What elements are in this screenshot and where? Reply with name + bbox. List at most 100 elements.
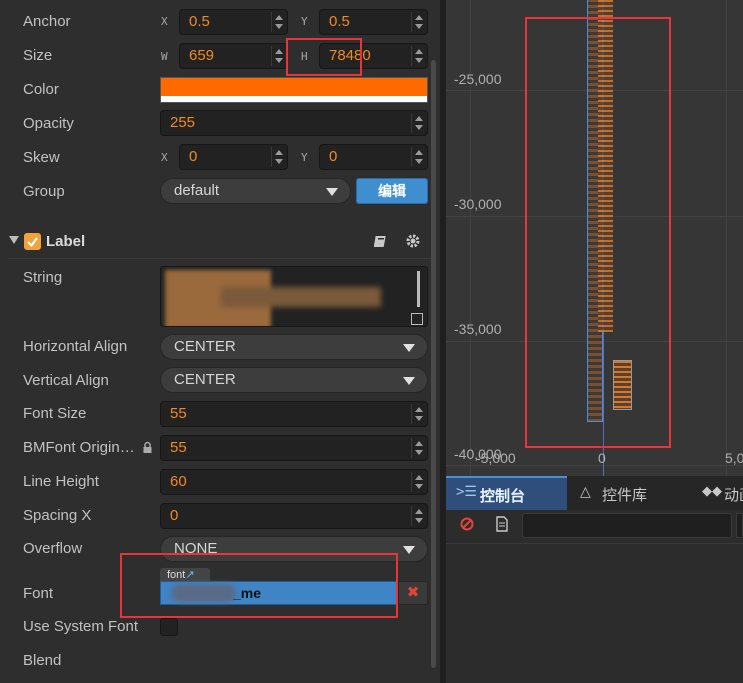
tab-widget-library[interactable]: △ 控件库	[570, 476, 695, 510]
clear-font-icon[interactable]: ✖	[398, 581, 428, 605]
color-swatch[interactable]	[160, 77, 428, 103]
x-tick-label: 5,0	[725, 450, 743, 466]
anchor-x-value: 0.5	[189, 13, 210, 30]
divider	[8, 258, 432, 259]
size-width-value: 659	[189, 47, 215, 64]
blend-label: Blend	[23, 652, 62, 669]
group-label: Group	[23, 183, 65, 200]
log-file-icon[interactable]	[495, 516, 509, 532]
bottom-panel-tabs: >☰ 控制台 △ 控件库 ◆◆ 动画	[446, 476, 743, 510]
spinner-icon[interactable]	[411, 12, 425, 32]
grid-line	[726, 0, 727, 476]
textarea-scrollbar[interactable]	[417, 271, 420, 307]
string-textarea[interactable]	[160, 266, 428, 327]
anchor-x-axis-label: X	[161, 15, 168, 28]
use-system-font-checkbox[interactable]	[160, 618, 178, 636]
font-size-label: Font Size	[23, 405, 87, 422]
x-tick-label: 0	[598, 450, 606, 466]
anchor-y-input[interactable]: 0.5	[319, 9, 428, 35]
anchor-y-axis-label: Y	[301, 15, 308, 28]
spinner-icon[interactable]	[411, 147, 425, 167]
inspector-panel: Anchor X 0.5 Y 0.5 Size W 659 H 78480 Co…	[0, 0, 440, 683]
tab-console[interactable]: >☰ 控制台	[446, 476, 567, 510]
font-size-input[interactable]: 55	[160, 401, 428, 427]
tab-widget-library-label: 控件库	[602, 487, 648, 504]
widget-library-icon: △	[580, 483, 591, 499]
spinner-icon[interactable]	[411, 46, 425, 66]
spacing-x-input[interactable]: 0	[160, 503, 428, 529]
skew-x-value: 0	[189, 148, 198, 165]
bmfont-original-size-value: 55	[170, 439, 187, 456]
help-book-icon[interactable]	[374, 234, 388, 248]
skew-y-axis-label: Y	[301, 151, 308, 164]
overflow-label: Overflow	[23, 540, 83, 557]
line-height-label: Line Height	[23, 473, 99, 490]
inspector-scrollbar[interactable]	[431, 60, 436, 668]
opacity-input[interactable]: 255	[160, 110, 428, 136]
skew-y-input[interactable]: 0	[319, 144, 428, 170]
spinner-icon[interactable]	[411, 506, 425, 526]
spinner-icon[interactable]	[411, 472, 425, 492]
y-tick-label: -35,000	[454, 321, 502, 337]
skew-x-input[interactable]: 0	[179, 144, 288, 170]
spinner-icon[interactable]	[271, 46, 285, 66]
checkmark-icon	[27, 237, 38, 248]
skew-label: Skew	[23, 149, 60, 166]
collapse-arrow-icon[interactable]	[9, 236, 19, 244]
resize-handle-icon[interactable]	[411, 313, 423, 325]
dropdown-caret-icon	[326, 188, 338, 196]
annotation-box-font	[120, 553, 398, 618]
spinner-icon[interactable]	[411, 438, 425, 458]
spacing-x-value: 0	[170, 507, 179, 524]
size-label: Size	[23, 47, 53, 64]
tab-animation-label: 动画	[724, 487, 743, 504]
tab-console-label: 控制台	[480, 488, 526, 505]
use-system-font-label: Use System Font	[23, 618, 139, 635]
spinner-icon[interactable]	[271, 147, 285, 167]
terminal-icon: >☰	[456, 484, 477, 500]
dropdown-caret-icon	[403, 377, 415, 385]
label-enabled-checkbox[interactable]	[24, 233, 41, 250]
anchor-y-value: 0.5	[329, 13, 350, 30]
spinner-icon[interactable]	[271, 12, 285, 32]
anchor-x-input[interactable]: 0.5	[179, 9, 288, 35]
label-component-title: Label	[46, 233, 86, 250]
color-label: Color	[23, 81, 59, 98]
line-height-input[interactable]: 60	[160, 469, 428, 495]
opacity-value: 255	[170, 114, 196, 131]
vertical-align-value: CENTER	[174, 371, 236, 388]
label-component-header[interactable]: Label	[0, 224, 440, 258]
font-size-value: 55	[170, 405, 187, 422]
horizontal-align-label: Horizontal Align	[23, 338, 128, 355]
dropdown-caret-icon	[403, 546, 415, 554]
size-w-axis-label: W	[161, 50, 168, 63]
gear-icon[interactable]	[406, 234, 420, 248]
annotation-box-scene	[525, 17, 671, 448]
horizontal-align-select[interactable]: CENTER	[160, 334, 428, 360]
size-width-input[interactable]: 659	[179, 43, 288, 69]
tab-animation[interactable]: ◆◆ 动画	[699, 476, 743, 510]
dropdown-caret-icon	[403, 344, 415, 352]
console-filter-select[interactable]	[736, 513, 743, 538]
anchor-label: Anchor	[23, 13, 71, 30]
horizontal-align-value: CENTER	[174, 338, 236, 355]
bmfont-original-size-input[interactable]: 55	[160, 435, 428, 461]
group-select[interactable]: default	[160, 178, 351, 204]
spacing-x-label: Spacing X	[23, 507, 92, 524]
opacity-label: Opacity	[23, 115, 74, 132]
skew-x-axis-label: X	[161, 151, 168, 164]
divider	[446, 543, 743, 544]
color-fill	[161, 78, 427, 96]
scene-view[interactable]: -25,000 -30,000 -35,000 -40,000 -5,000 0…	[446, 0, 743, 476]
spinner-icon[interactable]	[411, 404, 425, 424]
clear-console-icon[interactable]	[460, 517, 474, 531]
spinner-icon[interactable]	[411, 113, 425, 133]
string-label: String	[23, 269, 63, 286]
blurred-text-redaction	[221, 287, 381, 307]
bmfont-original-size-label: BMFont Origin…	[23, 439, 135, 456]
vertical-align-select[interactable]: CENTER	[160, 367, 428, 393]
font-label: Font	[23, 585, 54, 602]
skew-y-value: 0	[329, 148, 338, 165]
group-edit-button[interactable]: 编辑	[356, 178, 428, 204]
console-filter-input[interactable]	[522, 513, 732, 538]
